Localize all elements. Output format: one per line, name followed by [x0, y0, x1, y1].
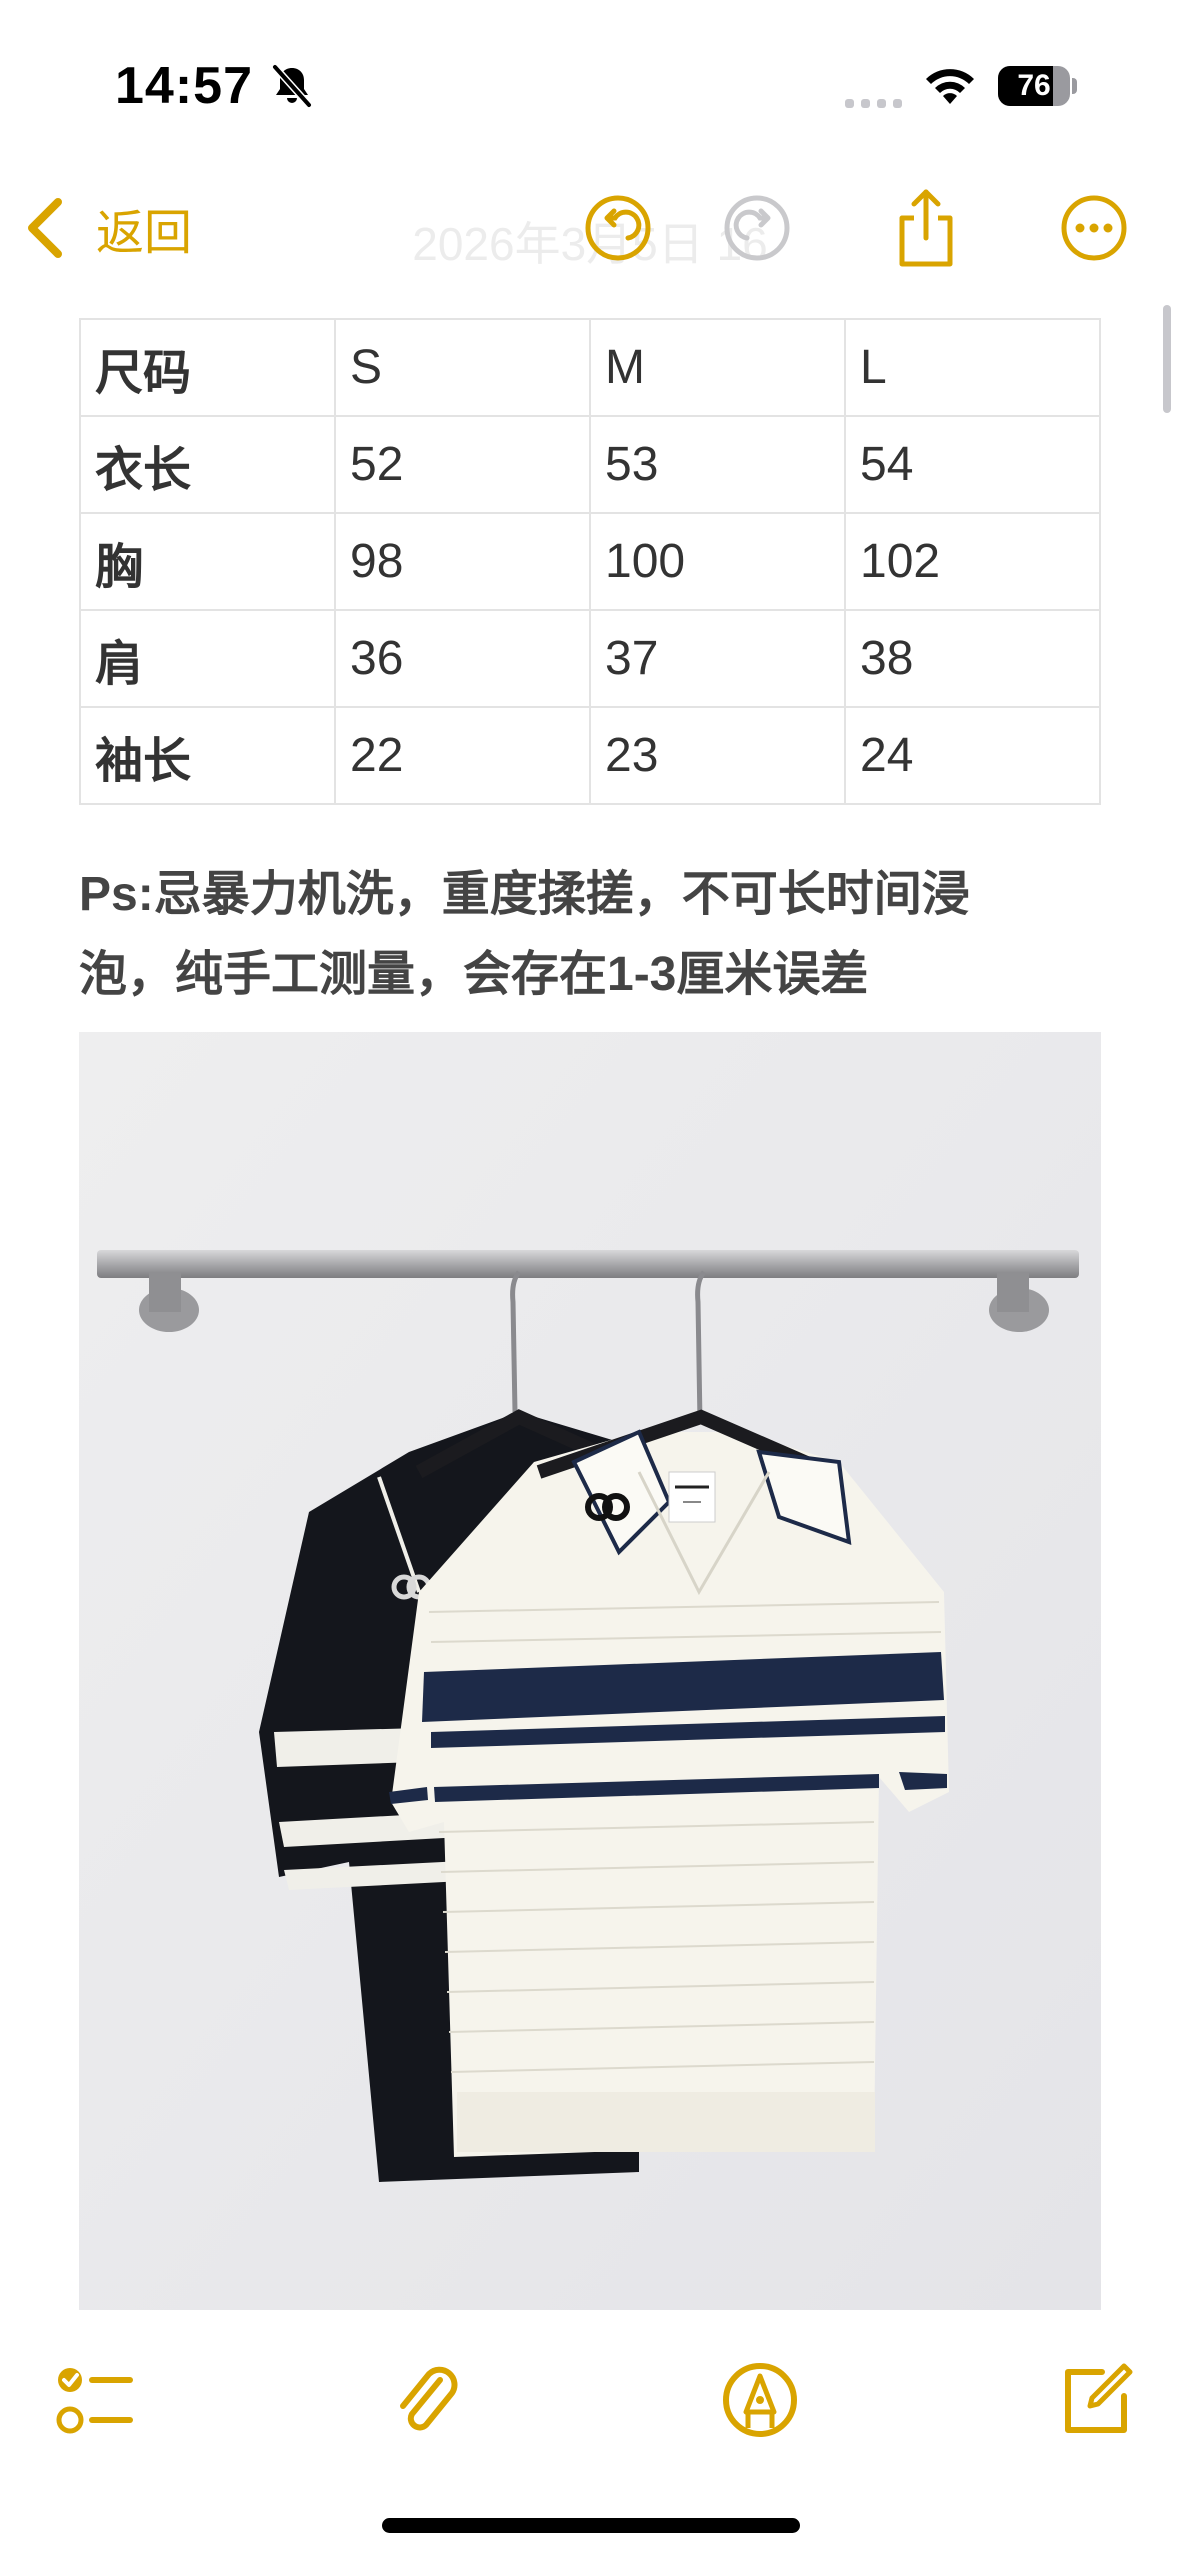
- attachment-button[interactable]: [380, 2352, 476, 2448]
- checklist-icon: [56, 2368, 133, 2434]
- size-table: 尺码 S M L 衣长 52 53 54 胸 98 100 102 肩 36 3…: [79, 318, 1101, 805]
- table-cell[interactable]: 100: [589, 512, 846, 611]
- table-row: 袖长 22 23 24: [79, 706, 1101, 805]
- cellular-signal-icon: [845, 99, 902, 108]
- status-bar: 14:57 76: [0, 0, 1179, 160]
- table-cell[interactable]: 38: [844, 609, 1101, 708]
- markup-button[interactable]: [712, 2352, 808, 2448]
- table-row: 衣长 52 53 54: [79, 415, 1101, 514]
- table-cell[interactable]: 肩: [79, 609, 336, 708]
- compose-button[interactable]: [1048, 2352, 1144, 2448]
- table-cell[interactable]: 胸: [79, 512, 336, 611]
- redo-button[interactable]: [715, 186, 799, 270]
- table-row: 胸 98 100 102: [79, 512, 1101, 611]
- more-button[interactable]: [1052, 186, 1136, 270]
- table-row: 肩 36 37 38: [79, 609, 1101, 708]
- table-cell[interactable]: 23: [589, 706, 846, 805]
- redo-icon: [724, 195, 790, 261]
- bell-slash-icon: [272, 64, 312, 108]
- table-header-row: 尺码 S M L: [79, 318, 1101, 417]
- table-cell[interactable]: 54: [844, 415, 1101, 514]
- note-body-text[interactable]: Ps:忌暴力机洗，重度揉搓，不可长时间浸 泡，纯手工测量，会存在1-3厘米误差: [79, 855, 1079, 1015]
- table-cell[interactable]: 尺码: [79, 318, 336, 417]
- navigation-bar: 2026年3月5日 16 返回: [0, 170, 1179, 290]
- undo-icon: [585, 195, 651, 261]
- checklist-button[interactable]: [46, 2352, 142, 2448]
- photo-of-two-striped-knit-polo-shirts-on-hangers: [79, 1032, 1101, 2310]
- share-button[interactable]: [884, 186, 968, 270]
- table-cell[interactable]: 36: [334, 609, 591, 708]
- table-cell[interactable]: 24: [844, 706, 1101, 805]
- compose-icon: [1065, 2363, 1133, 2433]
- bottom-toolbar: [0, 2310, 1179, 2556]
- undo-button[interactable]: [576, 186, 660, 270]
- pen-tip-circle-icon: [723, 2363, 797, 2437]
- table-cell[interactable]: L: [844, 318, 1101, 417]
- paperclip-icon: [400, 2366, 458, 2431]
- back-label: 返回: [96, 207, 193, 260]
- table-cell[interactable]: 98: [334, 512, 591, 611]
- battery-level-text: 76: [1017, 69, 1051, 102]
- ellipsis-circle-icon: [1061, 195, 1127, 261]
- chevron-left-icon: [28, 198, 62, 258]
- note-line: Ps:忌暴力机洗，重度揉搓，不可长时间浸: [79, 868, 970, 921]
- home-indicator[interactable]: [382, 2518, 800, 2533]
- table-cell[interactable]: 102: [844, 512, 1101, 611]
- scroll-indicator[interactable]: [1163, 305, 1171, 413]
- table-cell[interactable]: S: [334, 318, 591, 417]
- note-line: 泡，纯手工测量，会存在1-3厘米误差: [79, 948, 869, 1001]
- battery-indicator: 76: [998, 66, 1078, 106]
- share-icon: [899, 189, 953, 267]
- back-button[interactable]: 返回: [22, 186, 192, 270]
- table-cell[interactable]: 37: [589, 609, 846, 708]
- table-cell[interactable]: 袖长: [79, 706, 336, 805]
- table-cell[interactable]: 53: [589, 415, 846, 514]
- table-cell[interactable]: 22: [334, 706, 591, 805]
- status-time: 14:57: [115, 57, 253, 115]
- table-cell[interactable]: 衣长: [79, 415, 336, 514]
- wifi-icon: [926, 69, 974, 104]
- table-cell[interactable]: 52: [334, 415, 591, 514]
- table-cell[interactable]: M: [589, 318, 846, 417]
- product-photo[interactable]: [79, 1032, 1101, 2310]
